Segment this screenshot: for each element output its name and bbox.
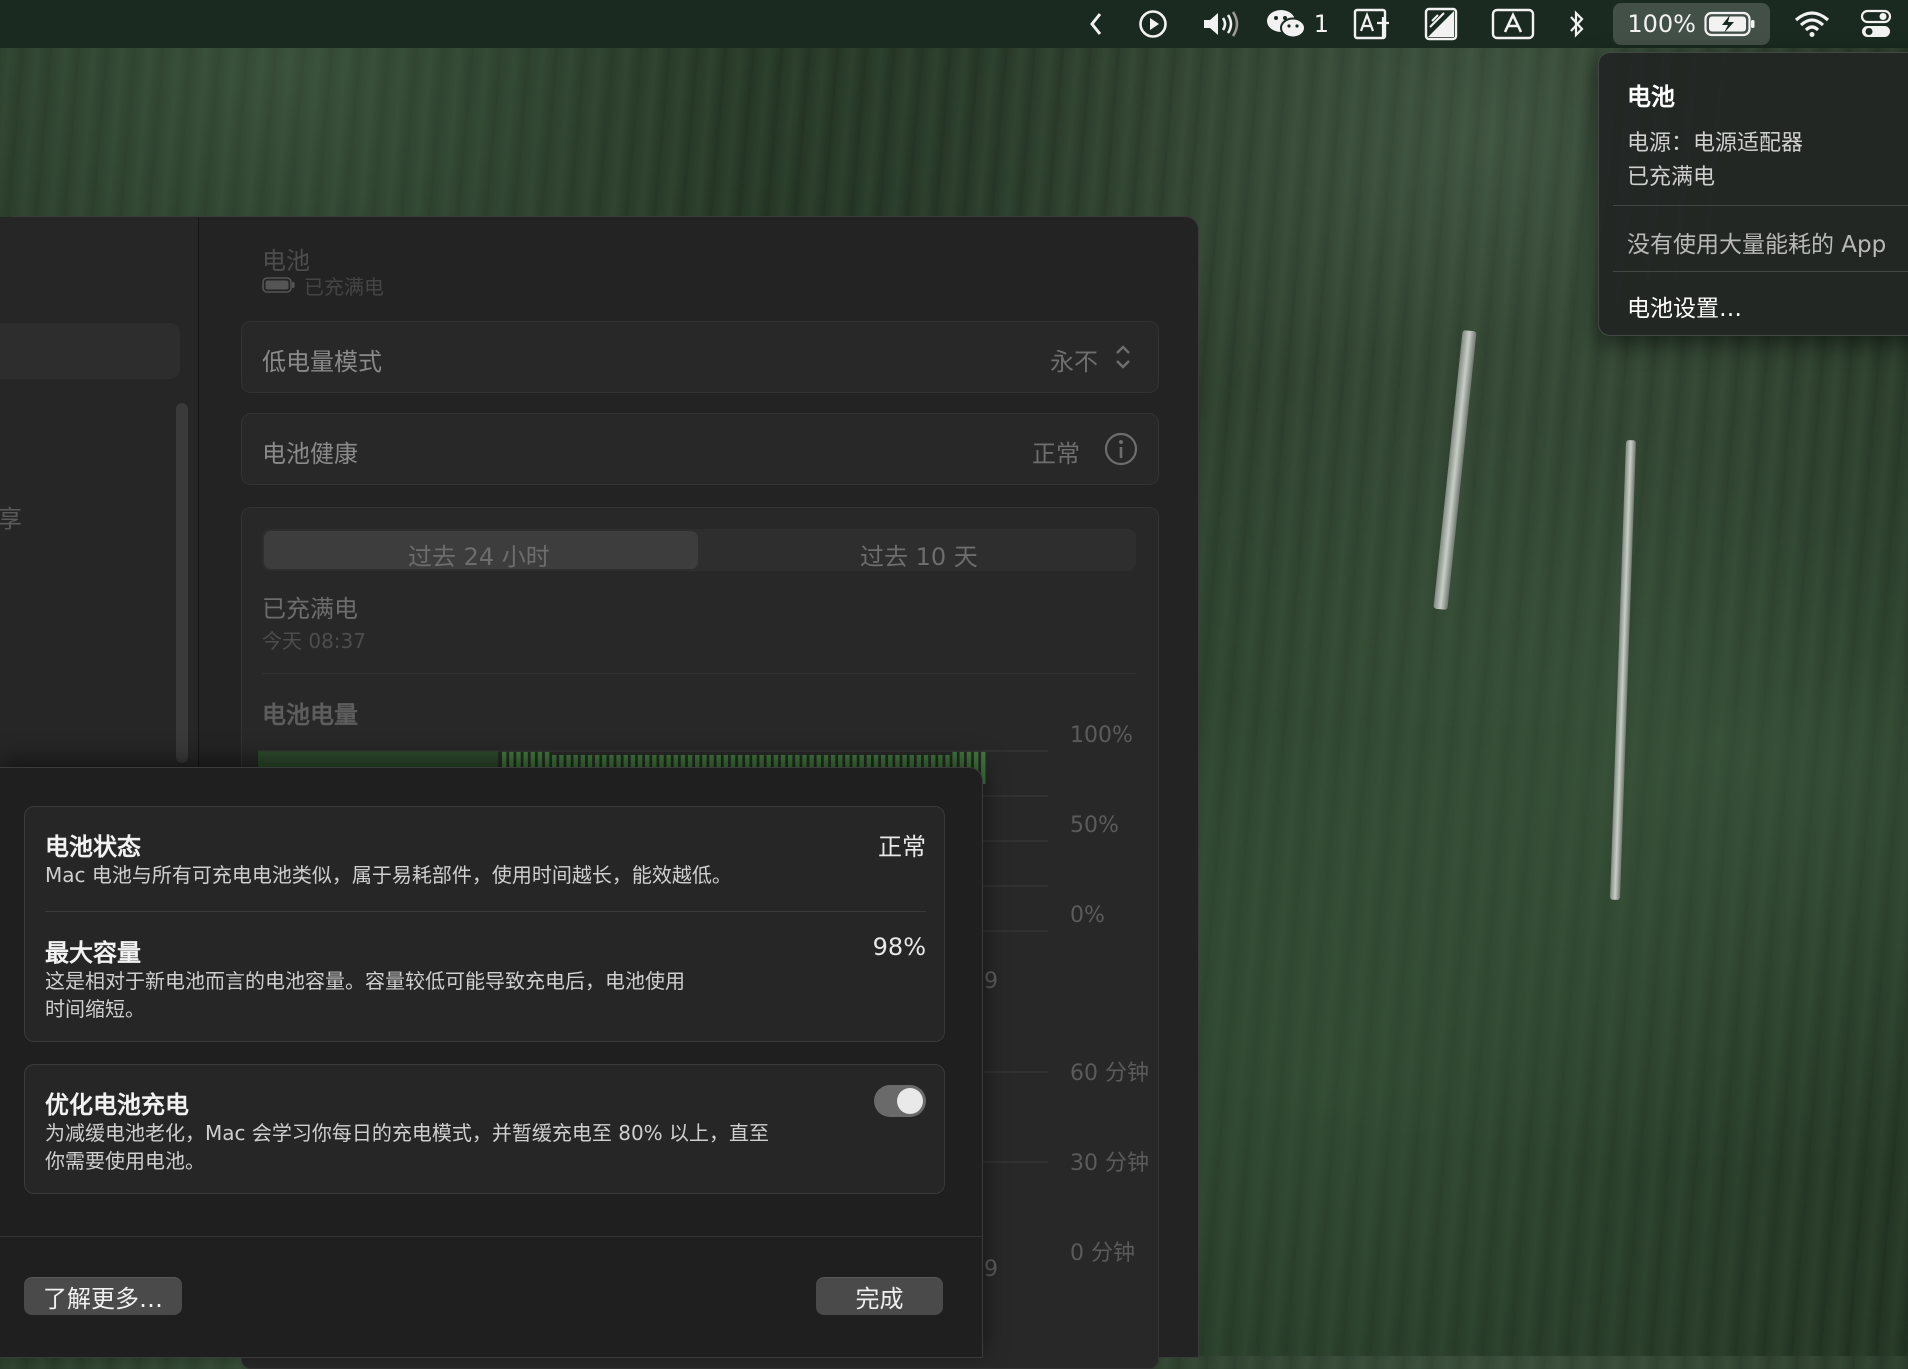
wallpaper-trunk xyxy=(1433,330,1477,610)
charged-time: 今天 08:37 xyxy=(262,629,366,653)
wifi-icon[interactable] xyxy=(1780,0,1844,48)
divider xyxy=(262,673,1136,674)
bluetooth-icon[interactable] xyxy=(1551,0,1603,48)
max-capacity-desc-2: 时间缩短。 xyxy=(45,997,145,1021)
control-center-icon[interactable] xyxy=(1844,0,1908,48)
battery-small-icon xyxy=(262,274,296,298)
y-tick-label: 0% xyxy=(1070,903,1105,928)
y-tick-label: 100% xyxy=(1070,723,1133,748)
optimized-charging-title: 优化电池充电 xyxy=(45,1091,189,1119)
sidebar-scrollbar[interactable] xyxy=(176,403,188,763)
battery-menu-dropdown: 电池 电源：电源适配器 已充满电 没有使用大量能耗的 App 电池设置… xyxy=(1598,52,1908,336)
y-tick-label: 60 分钟 xyxy=(1070,1061,1149,1086)
optimized-charging-desc: 为减缓电池老化，Mac 会学习你每日的充电模式，并暂缓充电至 80% 以上，直至 xyxy=(45,1121,770,1145)
history-range-segmented: 过去 24 小时 过去 10 天 xyxy=(262,529,1136,571)
pane-subtitle: 已充满电 xyxy=(262,271,384,300)
battery-health-label: 电池健康 xyxy=(262,440,358,468)
max-capacity-value: 98% xyxy=(872,933,926,961)
menu-bar: 1 100% xyxy=(0,0,1908,48)
optimized-charging-toggle[interactable] xyxy=(874,1085,926,1117)
x-tick-label: 9 xyxy=(984,1257,998,1282)
divider xyxy=(45,911,926,912)
no-energy-apps-text: 没有使用大量能耗的 App xyxy=(1627,232,1887,258)
info-icon[interactable] xyxy=(1104,432,1138,470)
battery-health-row: 电池健康 正常 xyxy=(241,413,1159,485)
wallpaper-trunk xyxy=(1609,439,1637,901)
menu-separator xyxy=(1613,205,1908,206)
input-source-icon[interactable] xyxy=(1475,0,1551,48)
tab-10-days-label[interactable]: 过去 10 天 xyxy=(860,537,978,572)
chevron-left-icon[interactable] xyxy=(1071,0,1121,48)
battery-percent: 100% xyxy=(1627,10,1696,38)
battery-status-value: 正常 xyxy=(878,833,926,861)
wechat-status[interactable]: 1 xyxy=(1257,0,1337,48)
charge-status-text: 已充满电 xyxy=(1627,165,1716,190)
menu-separator xyxy=(1613,271,1908,272)
volume-icon[interactable] xyxy=(1185,0,1257,48)
brightness-icon[interactable] xyxy=(1407,0,1475,48)
battery-menu-title: 电池 xyxy=(1627,83,1675,111)
y-tick-label: 30 分钟 xyxy=(1070,1151,1149,1176)
optimized-charging-card: 优化电池充电 为减缓电池老化，Mac 会学习你每日的充电模式，并暂缓充电至 80… xyxy=(24,1064,945,1194)
max-capacity-desc: 这是相对于新电池而言的电池容量。容量较低可能导致充电后，电池使用 xyxy=(45,969,685,993)
low-power-mode-row: 低电量模式 永不 xyxy=(241,321,1159,393)
y-tick-label: 50% xyxy=(1070,813,1119,838)
play-icon[interactable] xyxy=(1121,0,1185,48)
charged-title: 已充满电 xyxy=(262,595,358,623)
toggle-knob xyxy=(897,1088,923,1114)
optimized-charging-desc-2: 你需要使用电池。 xyxy=(45,1149,205,1173)
stepper-chevron-icon[interactable] xyxy=(1112,342,1134,376)
battery-settings-menu-item[interactable]: 电池设置… xyxy=(1627,289,1742,323)
chart-title: 电池电量 xyxy=(262,701,358,729)
battery-status-title: 电池状态 xyxy=(45,833,141,861)
y-tick-label: 0 分钟 xyxy=(1070,1241,1135,1266)
power-source-text: 电源：电源适配器 xyxy=(1627,131,1804,156)
battery-status[interactable]: 100% xyxy=(1613,3,1770,45)
battery-health-value: 正常 xyxy=(1032,440,1080,468)
max-capacity-title: 最大容量 xyxy=(45,939,141,967)
divider xyxy=(0,1236,982,1237)
low-power-mode-value[interactable]: 永不 xyxy=(1050,342,1098,377)
learn-more-button[interactable]: 了解更多… xyxy=(24,1277,182,1315)
battery-status-desc: Mac 电池与所有可充电电池类似，属于易耗部件，使用时间越长，能效越低。 xyxy=(45,863,732,887)
battery-icon xyxy=(1704,11,1756,37)
low-power-mode-label: 低电量模式 xyxy=(262,348,382,376)
sidebar-item-label[interactable]: 享 xyxy=(0,499,22,534)
sidebar-search-field[interactable] xyxy=(0,323,180,379)
pane-subtitle-text: 已充满电 xyxy=(304,275,384,299)
text-input-icon[interactable] xyxy=(1337,0,1407,48)
wechat-count: 1 xyxy=(1313,10,1330,38)
done-button[interactable]: 完成 xyxy=(816,1277,943,1315)
battery-info-card: 电池状态 正常 Mac 电池与所有可充电电池类似，属于易耗部件，使用时间越长，能… xyxy=(24,806,945,1042)
x-tick-label: 9 xyxy=(984,969,998,994)
battery-health-sheet: 电池状态 正常 Mac 电池与所有可充电电池类似，属于易耗部件，使用时间越长，能… xyxy=(0,767,983,1358)
wechat-icon xyxy=(1266,8,1306,40)
tab-24-hours-label[interactable]: 过去 24 小时 xyxy=(408,537,550,572)
